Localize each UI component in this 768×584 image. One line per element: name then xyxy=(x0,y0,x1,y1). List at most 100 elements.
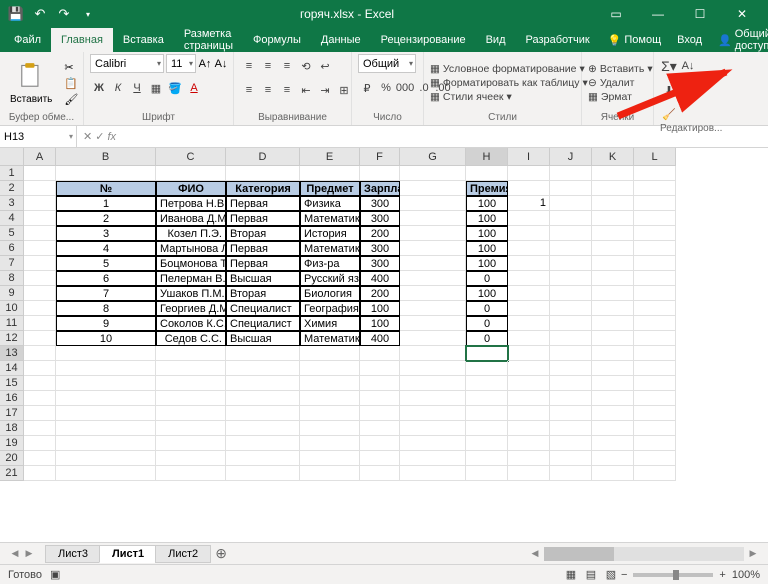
cancel-formula-icon[interactable]: ✕ xyxy=(83,130,92,143)
cell[interactable] xyxy=(550,256,592,271)
hscroll-left-icon[interactable]: ◀ xyxy=(528,548,542,559)
cell[interactable]: Категория xyxy=(226,181,300,196)
ribbon-options-icon[interactable]: ▭ xyxy=(596,2,636,26)
cell[interactable] xyxy=(24,376,56,391)
cell[interactable]: 4 xyxy=(56,241,156,256)
cell[interactable]: Мартынова Л.П. xyxy=(156,241,226,256)
cell[interactable] xyxy=(466,466,508,481)
cell[interactable] xyxy=(360,436,400,451)
align-top-icon[interactable]: ≡ xyxy=(240,57,258,75)
cell[interactable] xyxy=(508,391,550,406)
cell[interactable] xyxy=(508,331,550,346)
row-header[interactable]: 8 xyxy=(0,271,24,286)
cell[interactable] xyxy=(550,346,592,361)
cell[interactable] xyxy=(24,451,56,466)
cell[interactable]: 0 xyxy=(466,331,508,346)
qat-customize-icon[interactable]: ▾ xyxy=(78,4,98,24)
cell[interactable] xyxy=(550,211,592,226)
cell[interactable]: Зарплата xyxy=(360,181,400,196)
fill-color-icon[interactable]: 🪣 xyxy=(166,79,184,97)
normal-view-icon[interactable]: ▦ xyxy=(561,567,581,583)
cell[interactable]: 100 xyxy=(466,286,508,301)
cell[interactable]: 100 xyxy=(466,196,508,211)
cell[interactable] xyxy=(550,406,592,421)
cell[interactable] xyxy=(156,466,226,481)
cell[interactable] xyxy=(24,181,56,196)
cell[interactable] xyxy=(592,166,634,181)
cell[interactable] xyxy=(360,451,400,466)
cell[interactable] xyxy=(300,391,360,406)
add-sheet-button[interactable]: ⊕ xyxy=(210,545,232,562)
cell[interactable] xyxy=(360,166,400,181)
cell[interactable] xyxy=(226,376,300,391)
cell[interactable] xyxy=(400,436,466,451)
cell[interactable] xyxy=(592,406,634,421)
cell[interactable] xyxy=(300,406,360,421)
cell[interactable] xyxy=(360,376,400,391)
format-as-table-button[interactable]: ▦Форматировать как таблицу▾ xyxy=(430,77,588,89)
cell[interactable] xyxy=(550,181,592,196)
cell[interactable] xyxy=(550,271,592,286)
tab-data[interactable]: Данные xyxy=(311,28,371,52)
cell[interactable]: 10 xyxy=(56,331,156,346)
zoom-out-button[interactable]: − xyxy=(621,569,627,581)
cell[interactable] xyxy=(24,166,56,181)
align-middle-icon[interactable]: ≡ xyxy=(259,57,277,75)
cell[interactable]: Специалист xyxy=(226,316,300,331)
comma-icon[interactable]: 000 xyxy=(396,79,414,97)
cell[interactable] xyxy=(400,331,466,346)
cell[interactable]: Первая xyxy=(226,211,300,226)
page-layout-view-icon[interactable]: ▤ xyxy=(581,567,601,583)
cell[interactable]: 100 xyxy=(360,316,400,331)
cell[interactable] xyxy=(466,166,508,181)
cell[interactable] xyxy=(634,286,676,301)
cell[interactable] xyxy=(24,466,56,481)
cell[interactable] xyxy=(300,166,360,181)
zoom-level[interactable]: 100% xyxy=(732,569,760,581)
cell[interactable] xyxy=(156,376,226,391)
row-header[interactable]: 21 xyxy=(0,466,24,481)
column-header[interactable]: F xyxy=(360,148,400,166)
tab-home[interactable]: Главная xyxy=(51,28,113,52)
cell[interactable]: Высшая xyxy=(226,331,300,346)
cell[interactable] xyxy=(56,436,156,451)
cell[interactable] xyxy=(300,436,360,451)
cell[interactable]: Математика xyxy=(300,211,360,226)
cell[interactable]: Иванова Д.М. xyxy=(156,211,226,226)
cell[interactable] xyxy=(466,421,508,436)
align-left-icon[interactable]: ≡ xyxy=(240,81,258,99)
cell[interactable] xyxy=(508,226,550,241)
cell[interactable] xyxy=(24,271,56,286)
cell[interactable] xyxy=(634,436,676,451)
cell[interactable] xyxy=(550,361,592,376)
cell[interactable] xyxy=(592,451,634,466)
cell[interactable] xyxy=(634,421,676,436)
share-button[interactable]: 👤Общий доступ xyxy=(710,28,768,52)
wrap-text-icon[interactable]: ↩ xyxy=(316,57,334,75)
cell[interactable]: Математика xyxy=(300,331,360,346)
cell[interactable] xyxy=(400,391,466,406)
cell[interactable]: 5 xyxy=(56,256,156,271)
cell[interactable] xyxy=(508,256,550,271)
cell[interactable]: 200 xyxy=(360,226,400,241)
column-header[interactable]: H xyxy=(466,148,508,166)
cell[interactable]: Русский язык xyxy=(300,271,360,286)
cell[interactable] xyxy=(300,361,360,376)
cell[interactable] xyxy=(300,376,360,391)
cell[interactable] xyxy=(24,226,56,241)
name-box[interactable]: H13 xyxy=(0,126,77,147)
cell[interactable] xyxy=(634,391,676,406)
cell[interactable] xyxy=(24,316,56,331)
row-header[interactable]: 13 xyxy=(0,346,24,361)
cell[interactable] xyxy=(400,211,466,226)
cell[interactable] xyxy=(634,166,676,181)
cell[interactable] xyxy=(550,241,592,256)
cell[interactable] xyxy=(634,196,676,211)
cell[interactable] xyxy=(592,316,634,331)
cell[interactable] xyxy=(550,376,592,391)
cell[interactable] xyxy=(634,316,676,331)
cell[interactable] xyxy=(400,301,466,316)
column-header[interactable]: C xyxy=(156,148,226,166)
cell[interactable] xyxy=(634,451,676,466)
orientation-icon[interactable]: ⟲ xyxy=(297,57,315,75)
